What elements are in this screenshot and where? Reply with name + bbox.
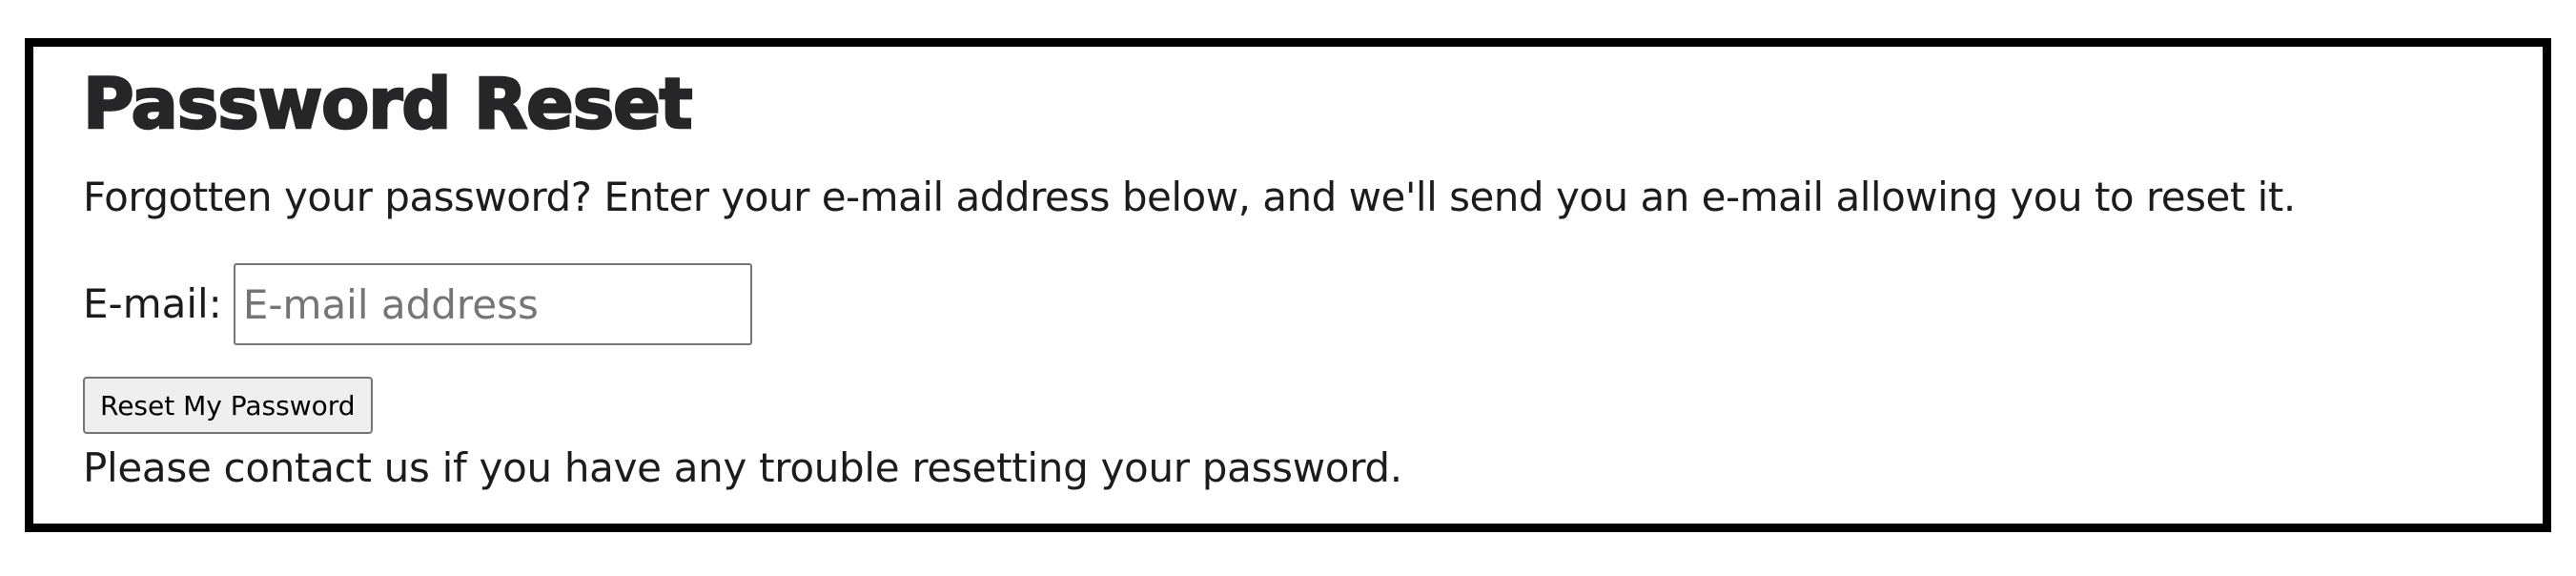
email-row: E-mail: bbox=[83, 262, 2543, 346]
page-title: Password Reset bbox=[82, 63, 694, 147]
email-label: E-mail: bbox=[83, 280, 222, 327]
reset-password-button[interactable]: Reset My Password bbox=[83, 377, 373, 434]
intro-text: Forgotten your password? Enter your e-ma… bbox=[83, 174, 2296, 220]
contact-note: Please contact us if you have any troubl… bbox=[83, 444, 1402, 491]
password-reset-form: E-mail: Reset My Password bbox=[83, 262, 2543, 434]
email-input[interactable] bbox=[233, 263, 752, 345]
password-reset-panel: Password Reset Forgotten your password? … bbox=[25, 38, 2551, 532]
